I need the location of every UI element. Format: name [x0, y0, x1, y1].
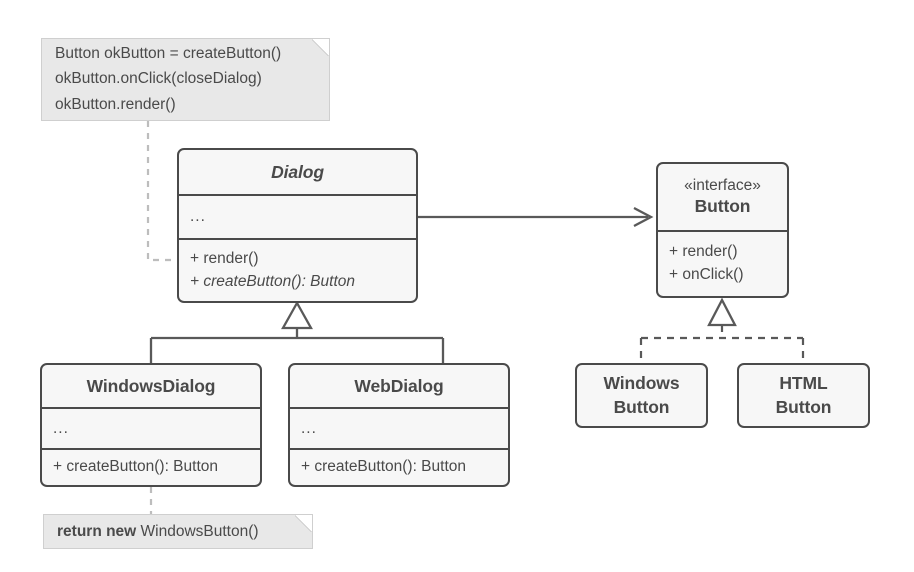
- class-name-dialog: Dialog: [271, 161, 324, 182]
- dialog-methods-compartment: + render() + createButton(): Button: [179, 238, 416, 301]
- button-methods-compartment: + render() + onClick(): [658, 230, 787, 296]
- windows-button-label-line1: Windows: [603, 373, 680, 394]
- webdialog-methods-compartment: + createButton(): Button: [290, 448, 508, 485]
- class-box-windows-dialog[interactable]: WindowsDialog ... + createButton(): Butt…: [40, 363, 262, 487]
- dialog-attributes: ...: [190, 208, 206, 226]
- webdialog-attributes-compartment: ...: [290, 407, 508, 448]
- class-box-button-interface[interactable]: «interface» Button + render() + onClick(…: [656, 162, 789, 298]
- class-box-html-button[interactable]: HTML Button: [737, 363, 870, 428]
- dialog-method-render: + render(): [190, 249, 259, 267]
- uml-class-diagram: Button okButton = createButton() okButto…: [0, 0, 914, 572]
- windows-button-label-line2: Button: [613, 396, 670, 417]
- button-method-onclick: + onClick(): [669, 266, 744, 283]
- note-dialog-client-code: Button okButton = createButton() okButto…: [41, 38, 330, 121]
- edge-concrete-buttons-to-button: [639, 297, 805, 363]
- button-name-compartment: «interface» Button: [658, 164, 787, 230]
- button-stereotype: «interface»: [684, 176, 761, 194]
- html-button-label-line1: HTML: [779, 373, 828, 394]
- class-name-windows-dialog: WindowsDialog: [86, 375, 216, 396]
- windowsdialog-methods-compartment: + createButton(): Button: [42, 448, 260, 485]
- note-bold-keywords: return new: [57, 522, 137, 540]
- webdialog-name-compartment: WebDialog: [290, 365, 508, 407]
- note-line: okButton.render(): [55, 95, 176, 113]
- windowsdialog-method-create-button: + createButton(): Button: [53, 458, 218, 476]
- windowsdialog-name-compartment: WindowsDialog: [42, 365, 260, 407]
- edge-top-note-to-dialog: [146, 121, 175, 262]
- dialog-name-compartment: Dialog: [179, 150, 416, 194]
- note-rest: WindowsButton(): [136, 522, 259, 540]
- note-line: Button okButton = createButton(): [55, 45, 282, 63]
- dialog-attributes-compartment: ...: [179, 194, 416, 238]
- dialog-method-create-button: + createButton(): Button: [190, 272, 355, 290]
- html-button-label-line2: Button: [775, 396, 832, 417]
- button-method-render: + render(): [669, 243, 738, 261]
- class-box-windows-button[interactable]: Windows Button: [575, 363, 708, 428]
- class-box-web-dialog[interactable]: WebDialog ... + createButton(): Button: [288, 363, 510, 487]
- edge-subdialogs-to-dialog: [149, 300, 445, 363]
- note-windows-dialog-return: return new WindowsButton(): [43, 514, 313, 549]
- edge-dialog-to-button: [418, 206, 654, 228]
- class-name-button: Button: [694, 196, 751, 217]
- note-fold-corner: [312, 39, 329, 56]
- class-box-dialog[interactable]: Dialog ... + render() + createButton(): …: [177, 148, 418, 303]
- note-line: return new WindowsButton(): [57, 519, 298, 544]
- note-line: okButton.onClick(closeDialog): [55, 70, 262, 88]
- class-name-web-dialog: WebDialog: [354, 375, 444, 396]
- windowsdialog-attributes: ...: [53, 419, 69, 437]
- windowsdialog-attributes-compartment: ...: [42, 407, 260, 448]
- note-fold-corner: [295, 515, 312, 532]
- webdialog-method-create-button: + createButton(): Button: [301, 458, 466, 476]
- webdialog-attributes: ...: [301, 419, 317, 437]
